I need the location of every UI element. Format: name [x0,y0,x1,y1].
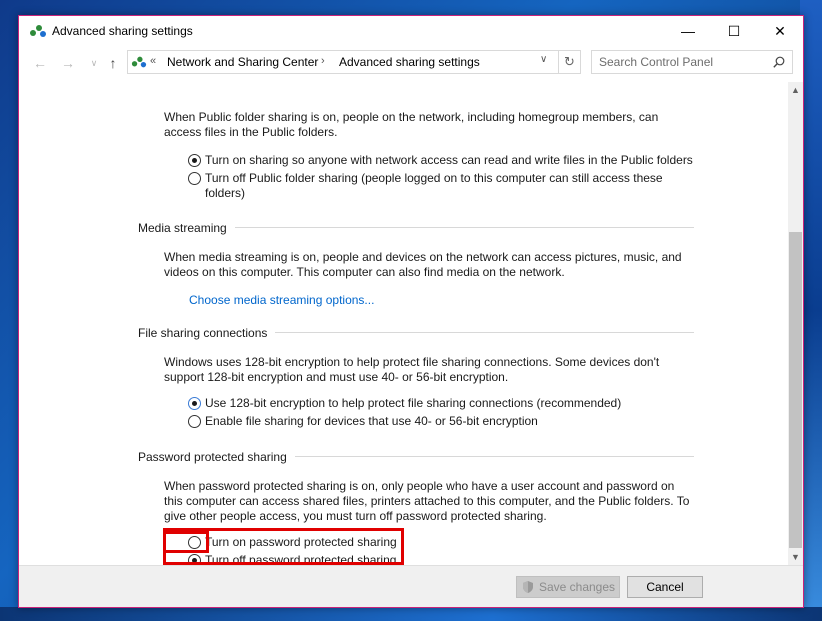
breadcrumb-network-and-sharing-center[interactable]: Network and Sharing Center [167,55,318,69]
settings-content: When Public folder sharing is on, people… [19,82,788,565]
address-dropdown-chevron-icon[interactable]: ∨ [540,54,547,65]
section-title: File sharing connections [138,325,268,340]
network-icon [30,25,46,37]
radio-unchecked[interactable] [188,172,201,185]
navigation-bar: ← → ∨ ↑ « Network and Sharing Center › A… [19,46,803,80]
public-folder-option-off[interactable]: Turn off Public folder sharing (people l… [188,171,678,201]
highlight-box-radio [163,531,209,553]
search-box[interactable] [591,50,793,74]
section-divider [275,332,694,333]
section-title: Password protected sharing [138,449,287,464]
encryption-40-56-option[interactable]: Enable file sharing for devices that use… [188,414,708,429]
scroll-down-arrow-icon[interactable]: ▼ [788,549,803,565]
password-sharing-description: When password protected sharing is on, o… [164,479,690,523]
breadcrumb-advanced-sharing-settings[interactable]: Advanced sharing settings [339,55,480,69]
window-title: Advanced sharing settings [52,24,193,38]
encryption-128-option[interactable]: Use 128-bit encryption to help protect f… [188,396,708,411]
uac-shield-icon [522,581,533,593]
advanced-sharing-window: Advanced sharing settings — ☐ ✕ ← → ∨ ↑ … [18,15,804,608]
radio-checked[interactable] [188,397,201,410]
public-folder-description: When Public folder sharing is on, people… [164,110,659,139]
forward-arrow-icon[interactable]: → [59,54,77,72]
back-arrow-icon[interactable]: ← [31,54,49,72]
media-streaming-heading: Media streaming [138,220,694,235]
radio-label: Use 128-bit encryption to help protect f… [205,396,622,410]
radio-checked[interactable] [188,154,201,167]
vertical-scrollbar[interactable]: ▲ ▼ [788,82,803,565]
minimize-button[interactable]: — [665,16,711,46]
section-title: Media streaming [138,220,227,235]
address-bar[interactable]: « Network and Sharing Center › Advanced … [127,50,559,74]
dialog-footer: Save changes Cancel [19,565,803,607]
radio-label: Turn on sharing so anyone with network a… [205,153,693,167]
radio-label: Enable file sharing for devices that use… [205,414,538,428]
title-bar: Advanced sharing settings — ☐ ✕ [19,16,803,46]
choose-media-streaming-link[interactable]: Choose media streaming options... [189,293,374,307]
section-divider [234,227,694,228]
search-icon[interactable] [773,56,785,68]
up-arrow-icon[interactable]: ↑ [104,54,122,72]
scrollbar-thumb[interactable] [789,232,802,548]
cancel-button[interactable]: Cancel [627,576,703,598]
recent-locations-chevron-icon[interactable]: ∨ [85,54,103,72]
refresh-icon[interactable]: ↻ [559,50,581,74]
close-button[interactable]: ✕ [757,16,803,46]
file-sharing-heading: File sharing connections [138,325,694,340]
maximize-button[interactable]: ☐ [711,16,757,46]
radio-unchecked[interactable] [188,415,201,428]
address-overflow-icon[interactable]: « [150,55,156,67]
public-folder-option-on[interactable]: Turn on sharing so anyone with network a… [188,153,708,168]
search-input[interactable] [592,51,762,73]
desktop-background-bottom [0,607,822,621]
network-icon [131,56,147,68]
save-changes-button[interactable]: Save changes [516,576,620,598]
radio-label: Turn off Public folder sharing (people l… [205,171,663,200]
save-changes-label: Save changes [538,580,616,594]
breadcrumb-separator-icon[interactable]: › [321,55,325,67]
section-divider [294,456,694,457]
file-sharing-description: Windows uses 128-bit encryption to help … [164,355,660,384]
password-sharing-heading: Password protected sharing [138,449,694,464]
scroll-up-arrow-icon[interactable]: ▲ [788,82,803,98]
media-streaming-description: When media streaming is on, people and d… [164,250,682,279]
